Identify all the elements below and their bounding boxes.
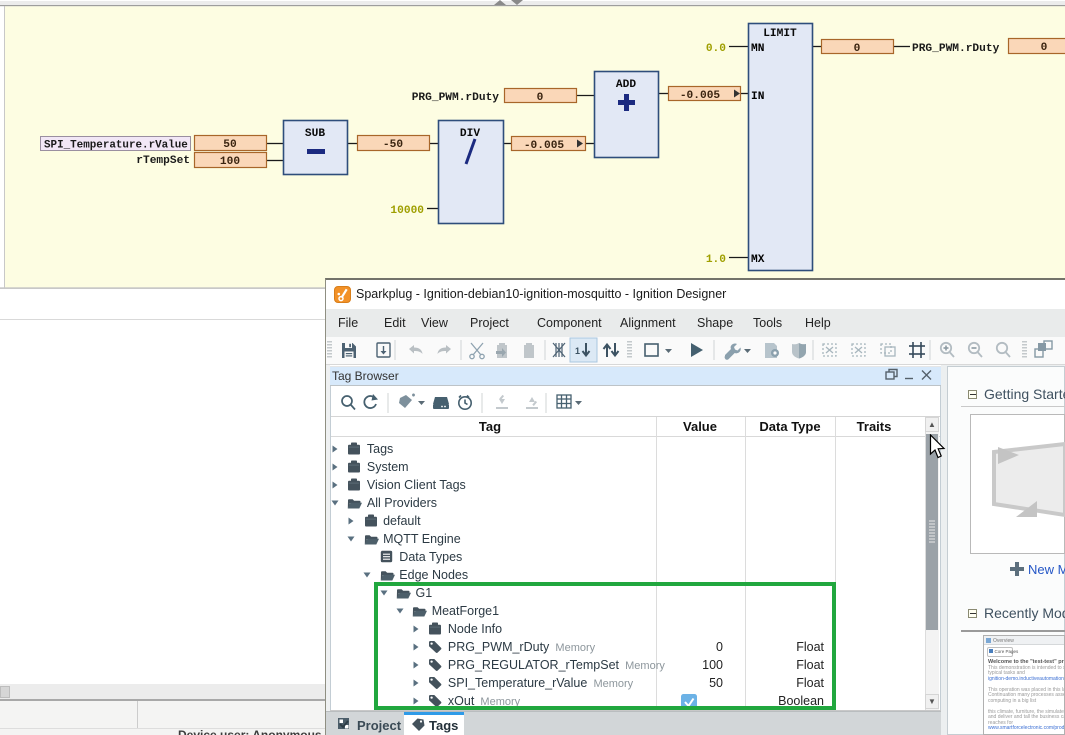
svg-text:0: 0 bbox=[1041, 42, 1048, 54]
svg-text:100: 100 bbox=[220, 156, 240, 168]
svg-text:-50: -50 bbox=[383, 139, 403, 151]
svg-text:PRG_PWM.rDuty: PRG_PWM.rDuty bbox=[912, 43, 1000, 55]
svg-text:DIV: DIV bbox=[460, 128, 480, 140]
svg-text:50: 50 bbox=[223, 139, 237, 151]
svg-text:SUB: SUB bbox=[305, 128, 325, 140]
svg-text:MN: MN bbox=[751, 43, 764, 55]
svg-text:rTempSet: rTempSet bbox=[136, 155, 190, 167]
svg-text:1.0: 1.0 bbox=[706, 254, 726, 266]
svg-text:0: 0 bbox=[537, 92, 544, 104]
svg-text:MX: MX bbox=[751, 254, 765, 266]
svg-text:LIMIT: LIMIT bbox=[763, 28, 797, 40]
svg-text:0.0: 0.0 bbox=[706, 43, 726, 55]
svg-text:IN: IN bbox=[751, 91, 764, 103]
svg-text:ADD: ADD bbox=[616, 79, 636, 91]
svg-text:SPI_Temperature.rValue: SPI_Temperature.rValue bbox=[44, 140, 188, 152]
svg-text:10000: 10000 bbox=[390, 205, 424, 217]
svg-text:PRG_PWM.rDuty: PRG_PWM.rDuty bbox=[412, 92, 500, 104]
svg-text:0: 0 bbox=[854, 43, 861, 55]
svg-text:-0.005: -0.005 bbox=[680, 90, 721, 102]
svg-text:-0.005: -0.005 bbox=[524, 140, 565, 152]
